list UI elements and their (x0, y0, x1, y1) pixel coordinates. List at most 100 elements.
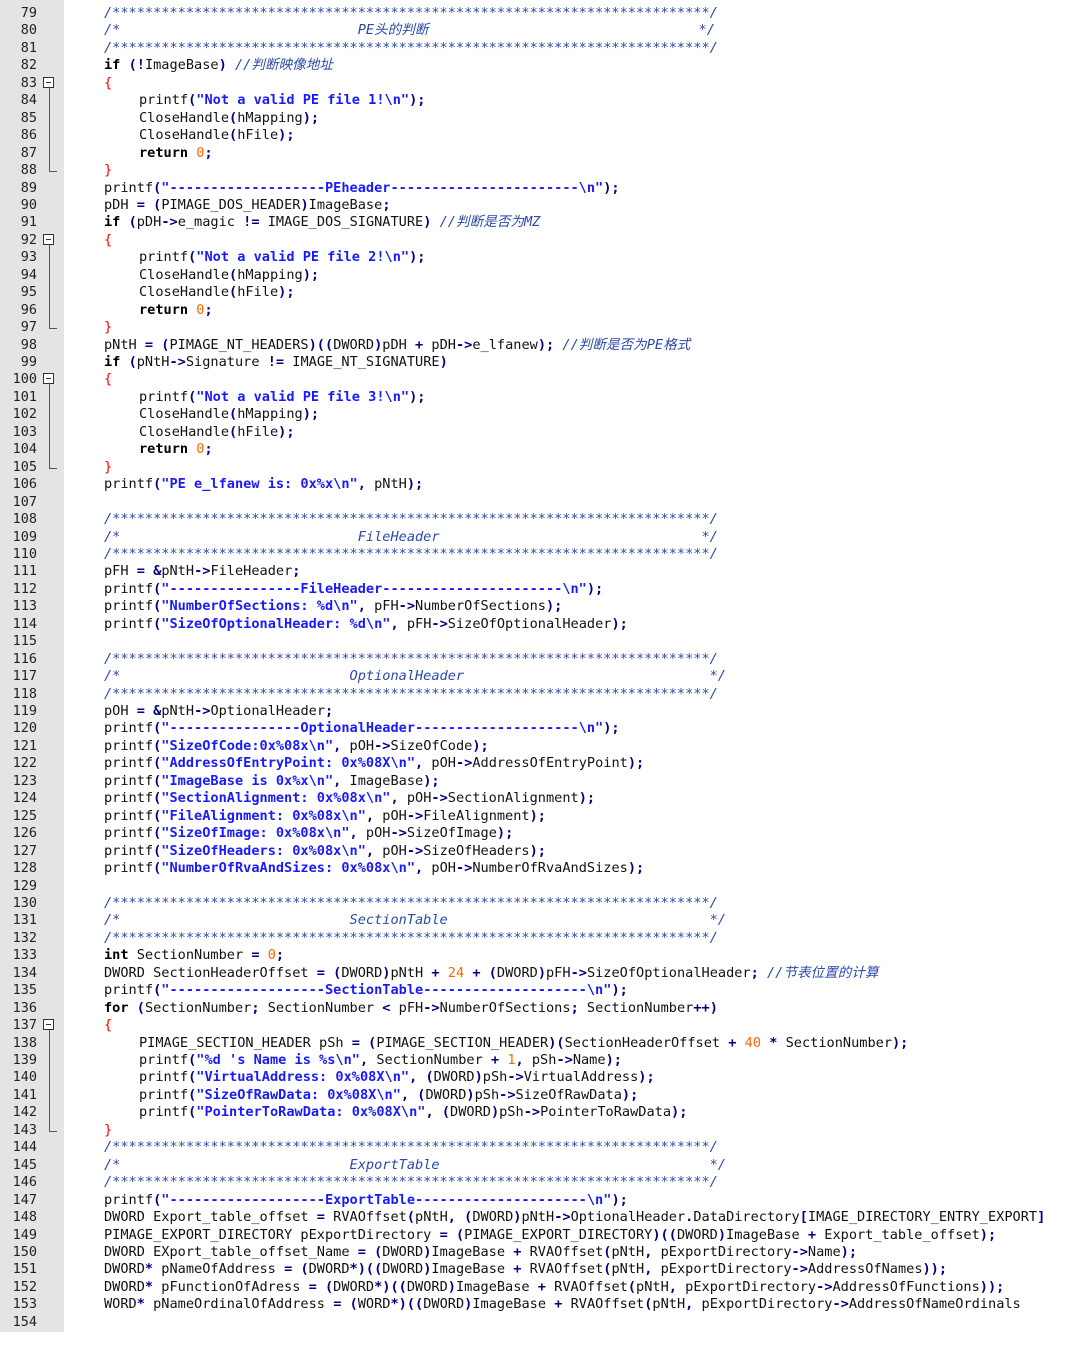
token-op: ); (409, 249, 426, 266)
code-line[interactable]: 127 printf("SizeOfHeaders: 0x%08x\n", pOH… (0, 843, 1068, 860)
code-line[interactable]: 153 WORD* pNameOrdinalOfAddress = (WORD*)… (0, 1296, 1068, 1313)
code-line[interactable]: 142 printf("PointerToRawData: 0x%08X\n", … (0, 1104, 1068, 1121)
code-line[interactable]: 113 printf("NumberOfSections: %d\n", pFH-… (0, 598, 1068, 615)
code-line[interactable]: 135 printf("-------------------SectionTab… (0, 982, 1068, 999)
code-line[interactable]: 147 printf("-------------------ExportTabl… (0, 1192, 1068, 1209)
code-line[interactable]: 143} (0, 1122, 1068, 1139)
code-line[interactable]: 110 /************************************… (0, 546, 1068, 563)
code-line[interactable]: 115 (0, 633, 1068, 650)
code-line[interactable]: 152 DWORD* pFunctionOfAdress = (DWORD*)((… (0, 1279, 1068, 1296)
code-line[interactable]: 112 printf("----------------FileHeader---… (0, 581, 1068, 598)
code-line[interactable]: 91 if (pDH->e_magic != IMAGE_DOS_SIGNATUR… (0, 214, 1068, 231)
code-line[interactable]: 118 /************************************… (0, 686, 1068, 703)
token-text: ImageBase (341, 772, 424, 789)
code-line[interactable]: 151 DWORD* pNameOfAddress = (DWORD*)((DWO… (0, 1261, 1068, 1278)
code-line[interactable]: 140 printf("VirtualAddress: 0x%08X\n", (D… (0, 1069, 1068, 1086)
token-text: printf (139, 1086, 189, 1103)
code-line[interactable]: 84 printf("Not a valid PE file 1!\n"); (0, 92, 1068, 109)
code-line[interactable]: 100 { (0, 371, 1068, 388)
code-line[interactable]: 85 CloseHandle(hMapping); (0, 110, 1068, 127)
code-line[interactable]: 146 /************************************… (0, 1174, 1068, 1191)
code-line[interactable]: 125 printf("FileAlignment: 0x%08x\n", pOH… (0, 808, 1068, 825)
token-op: + (490, 1052, 500, 1068)
code-line[interactable]: 138 PIMAGE_SECTION_HEADER pSh = (PIMAGE_S… (0, 1035, 1068, 1052)
code-line[interactable]: 94 CloseHandle(hMapping); (0, 267, 1068, 284)
code-text: return 0; (139, 302, 213, 319)
code-line[interactable]: 79 /*************************************… (0, 5, 1068, 22)
code-line[interactable]: 103 CloseHandle(hFile); (0, 424, 1068, 441)
code-line[interactable]: 87 return 0; (0, 145, 1068, 162)
code-line[interactable]: 93 printf("Not a valid PE file 2!\n"); (0, 249, 1068, 266)
code-line[interactable]: 128 printf("NumberOfRvaAndSizes: 0x%08x\n… (0, 860, 1068, 877)
code-line[interactable]: 90 pDH = (PIMAGE_DOS_HEADER)ImageBase; (0, 197, 1068, 214)
fold-collapse-icon[interactable] (43, 373, 54, 385)
code-line[interactable]: 95 CloseHandle(hFile); (0, 284, 1068, 301)
fold-collapse-icon[interactable] (43, 1019, 54, 1031)
code-line[interactable]: 154 (0, 1314, 1068, 1331)
code-line[interactable]: 97} (0, 319, 1068, 336)
code-text: { (104, 232, 112, 249)
token-op: , (365, 842, 375, 859)
code-line[interactable]: 148 DWORD Export_table_offset = RVAOffset… (0, 1209, 1068, 1226)
fold-collapse-icon[interactable] (43, 76, 54, 88)
code-line[interactable]: 109 /* FileHeader */ (0, 529, 1068, 546)
line-number: 94 (20, 266, 37, 283)
token-text: Name (807, 1243, 841, 1260)
code-line[interactable]: 139 printf("%d 's Name is %s\n", SectionN… (0, 1052, 1068, 1069)
code-line[interactable]: 132 /************************************… (0, 930, 1068, 947)
code-line[interactable]: 134 DWORD SectionHeaderOffset = (DWORD)pN… (0, 965, 1068, 982)
token-op: ); (621, 1086, 639, 1103)
code-line[interactable]: 126 printf("SizeOfImage: 0x%08x\n", pOH->… (0, 825, 1068, 842)
code-line[interactable]: 86 CloseHandle(hFile); (0, 127, 1068, 144)
code-line[interactable]: 89 printf("-------------------PEheader---… (0, 180, 1068, 197)
code-line[interactable]: 130 /************************************… (0, 895, 1068, 912)
code-line[interactable]: 136 for (SectionNumber; SectionNumber < p… (0, 1000, 1068, 1017)
code-line[interactable]: 106 printf("PE e_lfanew is: 0x%x\n", pNtH… (0, 476, 1068, 493)
code-line[interactable]: 122 printf("AddressOfEntryPoint: 0x%08X\n… (0, 755, 1068, 772)
code-text: printf("NumberOfSections: %d\n", pFH->Nu… (104, 598, 562, 615)
code-line[interactable]: 88} (0, 162, 1068, 179)
code-line[interactable]: 82 if (!ImageBase) //判断映像地址 (0, 57, 1068, 74)
code-text: /***************************************… (104, 546, 718, 563)
code-line[interactable]: 144 /************************************… (0, 1139, 1068, 1156)
token-text: printf (139, 1052, 189, 1068)
code-line[interactable]: 121 printf("SizeOfCode:0x%08x\n", pOH->Si… (0, 738, 1068, 755)
code-line[interactable]: 114 printf("SizeOfOptionalHeader: %d\n", … (0, 616, 1068, 633)
code-line[interactable]: 92 { (0, 232, 1068, 249)
code-line[interactable]: 80 /* PE头的判断 */ (0, 22, 1068, 39)
token-op: ); (586, 580, 604, 597)
code-line[interactable]: 117 /* OptionalHeader */ (0, 668, 1068, 685)
code-line[interactable]: 96 return 0; (0, 302, 1068, 319)
code-editor[interactable]: 79 /*************************************… (0, 0, 1068, 1332)
fold-collapse-icon[interactable] (43, 233, 54, 245)
code-line[interactable]: 98 pNtH = (PIMAGE_NT_HEADERS)((DWORD)pDH … (0, 337, 1068, 354)
code-line[interactable]: 131 /* SectionTable */ (0, 912, 1068, 929)
code-line[interactable]: 83 { (0, 75, 1068, 92)
code-line[interactable]: 102 CloseHandle(hMapping); (0, 406, 1068, 423)
code-line[interactable]: 123 printf("ImageBase is 0x%x\n", ImageBa… (0, 773, 1068, 790)
code-line[interactable]: 107 (0, 494, 1068, 511)
code-line[interactable]: 150 DWORD EXport_table_offset_Name = (DWO… (0, 1244, 1068, 1261)
code-line[interactable]: 111 pFH = &pNtH->FileHeader; (0, 563, 1068, 580)
token-op: ; (204, 441, 213, 458)
code-line[interactable]: 108 /************************************… (0, 511, 1068, 528)
code-line[interactable]: 137 { (0, 1017, 1068, 1034)
code-line[interactable]: 99 if (pNtH->Signature != IMAGE_NT_SIGNAT… (0, 354, 1068, 371)
code-line[interactable]: 116 /************************************… (0, 651, 1068, 668)
token-op: -> (194, 563, 211, 580)
code-line[interactable]: 129 (0, 878, 1068, 895)
code-line[interactable]: 149 PIMAGE_EXPORT_DIRECTORY pExportDirect… (0, 1227, 1068, 1244)
code-line[interactable]: 145 /* ExportTable */ (0, 1157, 1068, 1174)
code-line[interactable]: 120 printf("----------------OptionalHeade… (0, 720, 1068, 737)
token-op: , (447, 1209, 456, 1226)
code-line[interactable]: 104 return 0; (0, 441, 1068, 458)
code-line[interactable]: 101 printf("Not a valid PE file 3!\n"); (0, 389, 1068, 406)
code-line[interactable]: 124 printf("SectionAlignment: 0x%08x\n", … (0, 790, 1068, 807)
code-line[interactable]: 81 /*************************************… (0, 40, 1068, 57)
line-number: 122 (12, 755, 37, 772)
code-line[interactable]: 133 int SectionNumber = 0; (0, 947, 1068, 964)
token-text: printf (139, 1069, 189, 1086)
code-line[interactable]: 119 pOH = &pNtH->OptionalHeader; (0, 703, 1068, 720)
code-line[interactable]: 105} (0, 459, 1068, 476)
code-line[interactable]: 141 printf("SizeOfRawData: 0x%08X\n", (DW… (0, 1087, 1068, 1104)
